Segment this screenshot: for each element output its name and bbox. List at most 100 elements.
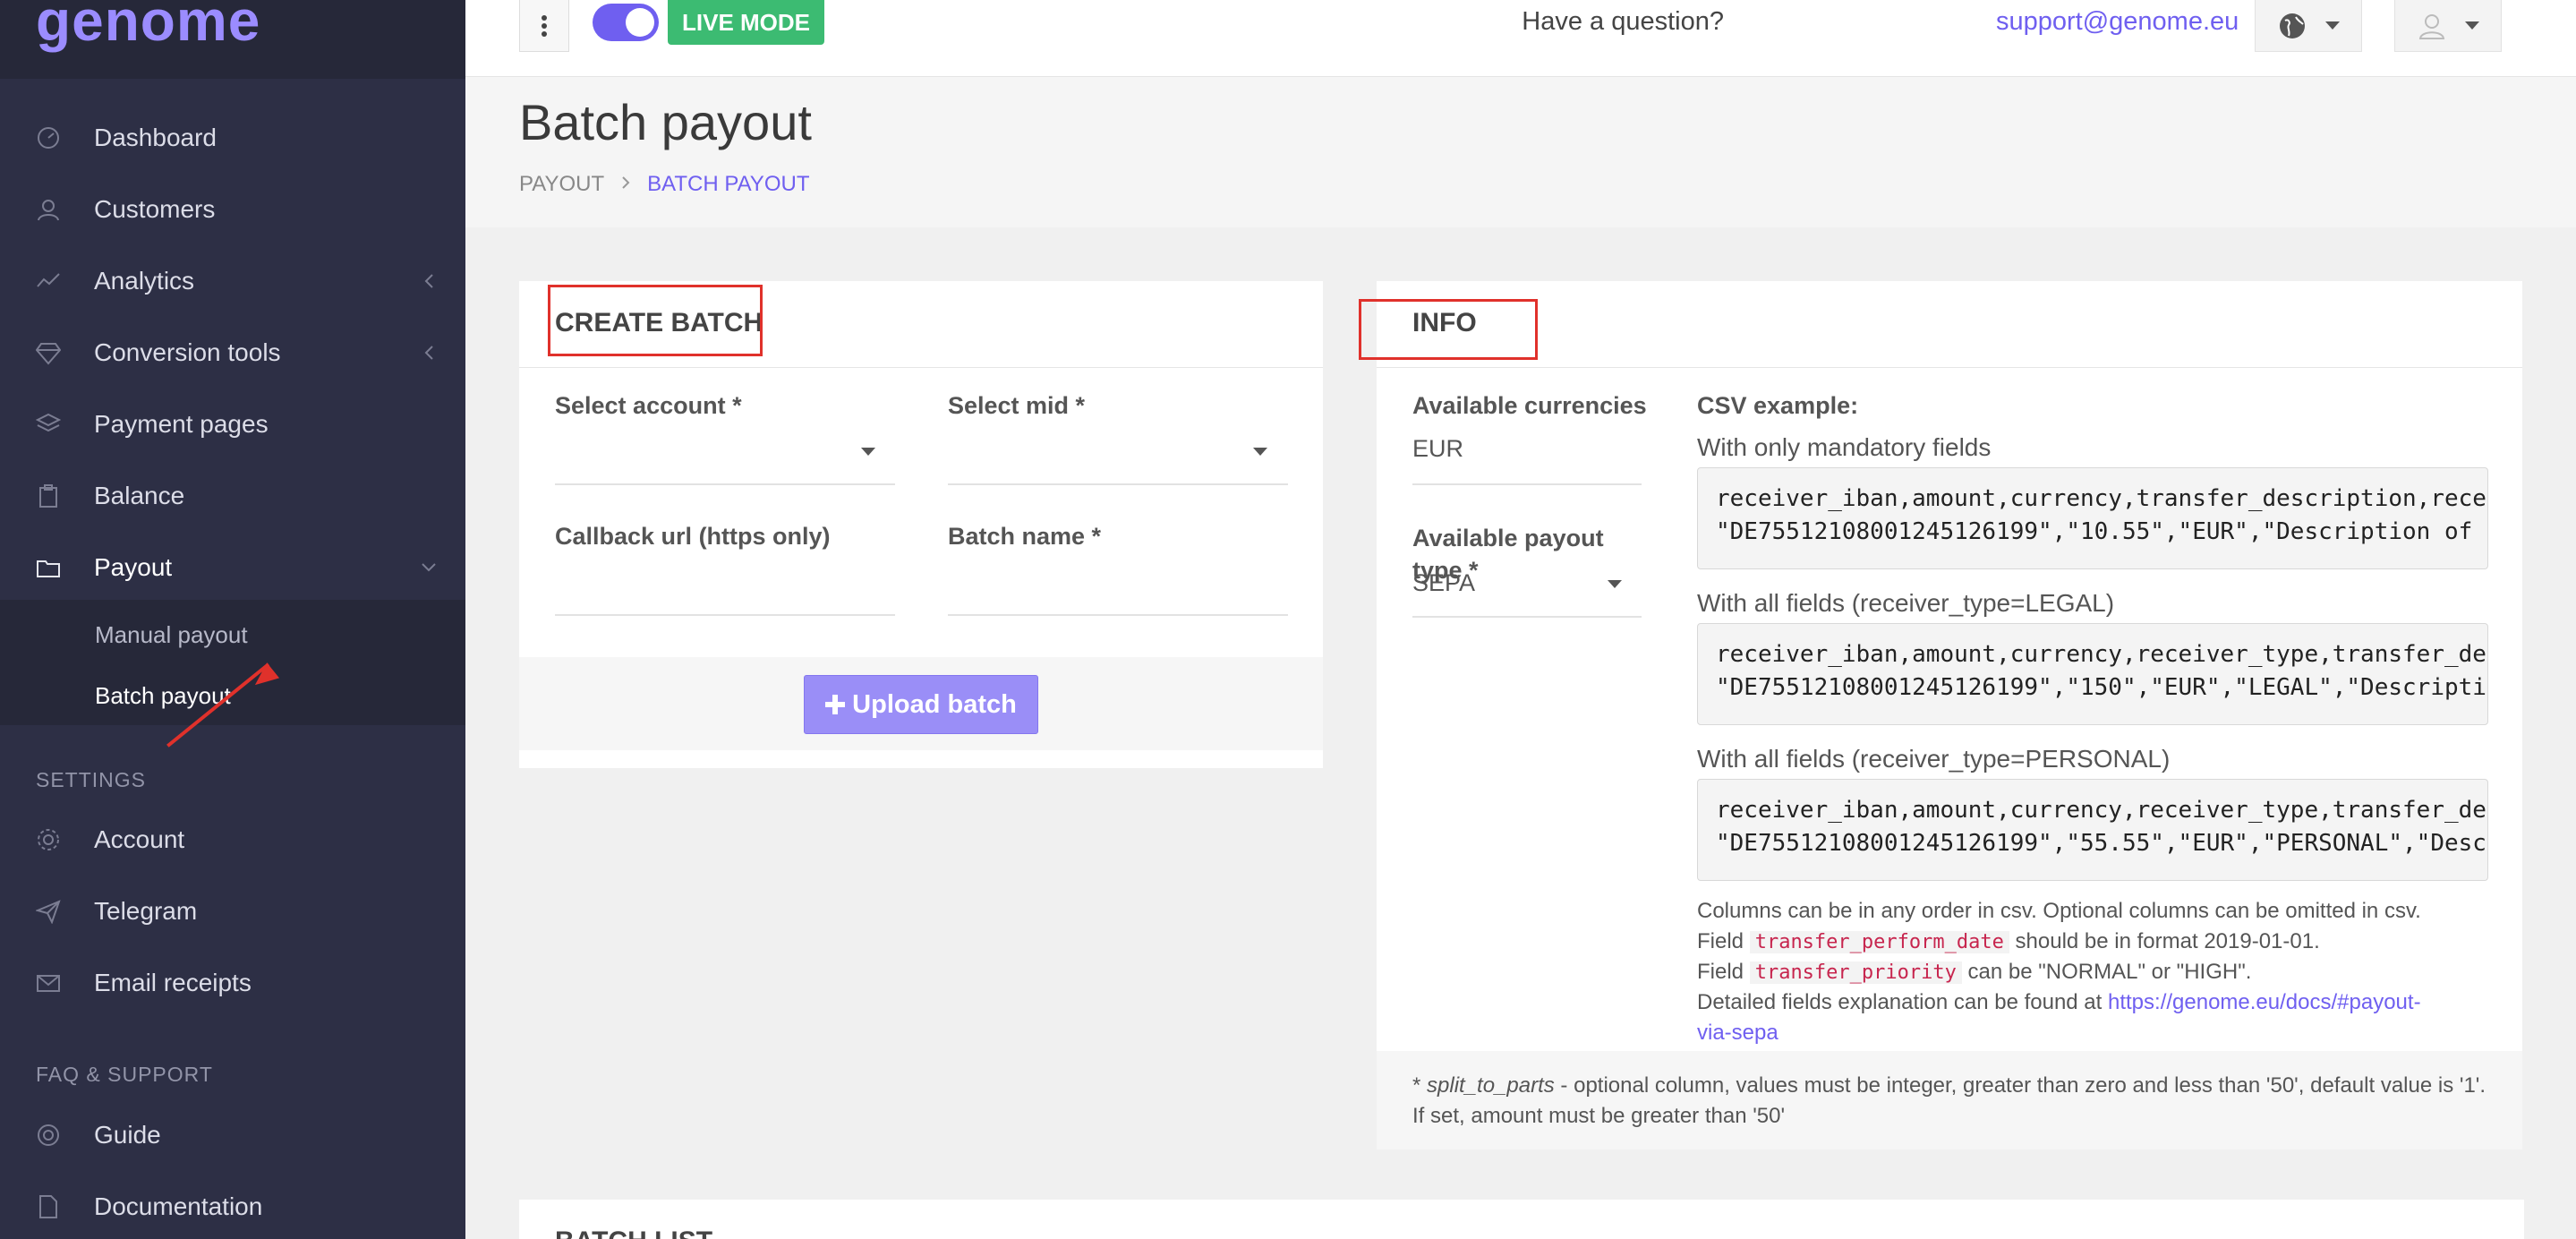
caret-down-icon [2464, 21, 2479, 30]
available-currencies-value: EUR [1412, 435, 1464, 462]
upload-batch-label: Upload batch [852, 689, 1017, 719]
currencies-underline [1412, 483, 1642, 485]
highlight-box [548, 285, 763, 356]
sidebar-item-label: Conversion tools [94, 338, 281, 366]
select-mid-label: Select mid * [948, 392, 1086, 419]
sidebar-item-label: Payout [94, 553, 173, 581]
csv-legal-code: receiver_iban,amount,currency,receiver_t… [1697, 623, 2488, 725]
note-text: Field [1697, 960, 1744, 984]
card-divider [519, 367, 1323, 368]
sidebar-item-batch-payout[interactable]: Batch payout [95, 682, 231, 710]
code-line: receiver_iban,amount,currency,transfer_d… [1716, 485, 2487, 512]
globe-icon [2279, 13, 2305, 38]
payout-type-label: Available payout [1412, 525, 1604, 551]
sidebar-item-label: Dashboard [94, 124, 217, 151]
customers-icon [34, 195, 63, 224]
lifebuoy-icon [34, 1121, 63, 1149]
page-header: Batch payout PAYOUT BATCH PAYOUT [465, 77, 2576, 227]
payout-type-select[interactable] [1412, 616, 1642, 618]
sidebar-item-email-receipts[interactable]: Email receipts [0, 956, 465, 1010]
sidebar-item-analytics[interactable]: Analytics [0, 254, 465, 308]
note-text: Field [1697, 929, 1744, 953]
page-title: Batch payout [519, 94, 812, 150]
payout-type-value: SEPA [1412, 569, 1476, 596]
sidebar-item-telegram[interactable]: Telegram [0, 884, 465, 938]
breadcrumb-payout[interactable]: PAYOUT [519, 172, 604, 197]
upload-area: Upload batch [519, 657, 1323, 750]
chevron-left-icon [419, 271, 439, 291]
sidebar-item-label: Payment pages [94, 410, 269, 438]
split-to-parts-text: * split_to_parts - optional column, valu… [1412, 1071, 2486, 1132]
callback-url-input[interactable] [555, 614, 895, 616]
batch-list-card: BATCH LIST [519, 1200, 2524, 1239]
sidebar-item-payout[interactable]: Payout [0, 541, 465, 594]
sidebar-item-label: Balance [94, 482, 185, 509]
select-account-label: Select account * [555, 392, 742, 419]
sidebar-item-guide[interactable]: Guide [0, 1108, 465, 1162]
available-currencies-label: Available currencies [1412, 392, 1647, 419]
sidebar-item-payment-pages[interactable]: Payment pages [0, 397, 465, 451]
sidebar-item-label: Customers [94, 195, 216, 223]
kebab-menu-button[interactable] [519, 0, 569, 52]
docs-link[interactable]: via-sepa [1697, 1021, 1778, 1045]
note-text: Detailed fields explanation can be found… [1697, 990, 2103, 1014]
note-docs: Detailed fields explanation can be found… [1697, 990, 2421, 1015]
batch-list-title: BATCH LIST [555, 1226, 712, 1239]
highlight-box [1359, 299, 1538, 360]
breadcrumb-batch-payout: BATCH PAYOUT [647, 172, 810, 196]
code-line: "DE75512108001245126199","150","EUR","LE… [1716, 674, 2488, 701]
send-icon [34, 897, 63, 926]
docs-link[interactable]: https://genome.eu/docs/#payout- [2108, 990, 2421, 1014]
upload-batch-button[interactable]: Upload batch [804, 675, 1038, 734]
language-button[interactable] [2255, 0, 2362, 52]
sidebar-item-account[interactable]: Account [0, 813, 465, 867]
support-email-link[interactable]: support@genome.eu [1996, 7, 2239, 37]
code-line: receiver_iban,amount,currency,receiver_t… [1716, 641, 2487, 668]
note-text: should be in format 2019-01-01. [2015, 929, 2320, 953]
caret-down-icon [861, 448, 875, 456]
chevron-down-icon [419, 558, 439, 577]
code-line: receiver_iban,amount,currency,receiver_t… [1716, 797, 2487, 824]
analytics-icon [34, 267, 63, 295]
sidebar-item-conversion-tools[interactable]: Conversion tools [0, 326, 465, 380]
split-to-parts-note: * split_to_parts - optional column, valu… [1377, 1051, 2522, 1149]
sidebar-item-balance[interactable]: Balance [0, 469, 465, 523]
sidebar-item-label: Analytics [94, 267, 195, 295]
legal-fields-title: With all fields (receiver_type=LEGAL) [1697, 589, 2115, 617]
note-code: transfer_perform_date [1749, 931, 2009, 953]
dashboard-icon [34, 124, 63, 152]
sidebar-item-documentation[interactable]: Documentation [0, 1180, 465, 1234]
csv-mandatory-code: receiver_iban,amount,currency,transfer_d… [1697, 467, 2488, 569]
genome-logo[interactable]: genome [36, 0, 260, 54]
csv-example-title: CSV example: [1697, 392, 1859, 419]
note-perform-date: Field transfer_perform_date should be in… [1697, 929, 2320, 954]
mail-icon [34, 969, 63, 997]
document-icon [34, 1192, 63, 1221]
gear-icon [34, 825, 63, 854]
chevron-left-icon [419, 343, 439, 363]
live-mode-toggle[interactable] [593, 4, 659, 41]
user-icon [2418, 13, 2444, 39]
select-account-dropdown[interactable] [555, 483, 895, 485]
topbar: LIVE MODE Have a question? support@genom… [465, 0, 2576, 77]
live-mode-badge: LIVE MODE [668, 0, 825, 45]
create-batch-card: CREATE BATCH Select account * Select mid… [519, 281, 1323, 768]
sidebar-item-manual-payout[interactable]: Manual payout [95, 621, 248, 649]
sidebar-item-dashboard[interactable]: Dashboard [0, 111, 465, 165]
sidebar-item-customers[interactable]: Customers [0, 183, 465, 236]
settings-section-title: SETTINGS [36, 768, 147, 791]
breadcrumb: PAYOUT BATCH PAYOUT [519, 172, 809, 197]
note-text: * [1412, 1073, 1428, 1098]
callback-url-label: Callback url (https only) [555, 523, 831, 550]
sidebar-item-label: Account [94, 825, 185, 853]
user-menu-button[interactable] [2394, 0, 2502, 52]
note-docs-line2: via-sepa [1697, 1021, 1778, 1046]
batch-name-input[interactable] [948, 614, 1288, 616]
diamond-icon [34, 338, 63, 367]
note-columns: Columns can be in any order in csv. Opti… [1697, 899, 2421, 923]
card-divider [1377, 367, 2522, 368]
select-mid-dropdown[interactable] [948, 483, 1288, 485]
info-card: INFO Available currencies EUR Available … [1359, 281, 2522, 1149]
faq-section-title: FAQ & SUPPORT [36, 1063, 213, 1086]
mandatory-fields-title: With only mandatory fields [1697, 433, 1992, 461]
